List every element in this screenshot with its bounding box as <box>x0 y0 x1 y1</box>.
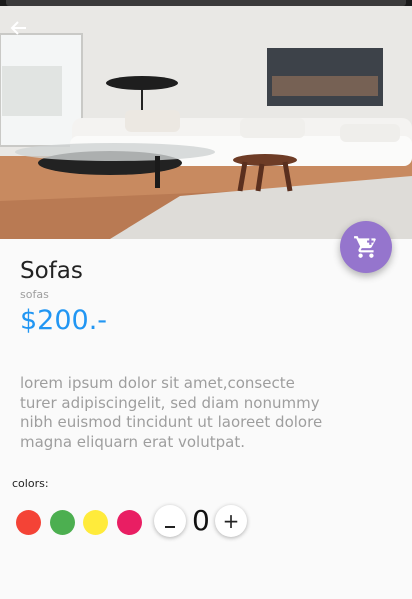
minus-icon <box>165 526 175 528</box>
product-description: lorem ipsum dolor sit amet,consecte ture… <box>20 374 323 451</box>
arrow-left-icon <box>10 21 26 35</box>
color-swatch-red[interactable] <box>16 510 41 535</box>
product-price: $200.- <box>20 305 108 336</box>
product-category: sofas <box>20 288 49 301</box>
colors-label: colors: <box>12 477 49 490</box>
add-to-cart-button[interactable] <box>340 221 392 273</box>
back-button[interactable] <box>9 18 29 38</box>
product-image <box>0 6 412 239</box>
plus-icon: + <box>222 509 240 533</box>
color-swatch-yellow[interactable] <box>83 510 108 535</box>
decrease-quantity-button[interactable] <box>154 505 186 537</box>
quantity-value: 0 <box>192 504 210 537</box>
color-swatch-pink[interactable] <box>117 510 142 535</box>
color-swatch-green[interactable] <box>50 510 75 535</box>
increase-quantity-button[interactable]: + <box>215 505 247 537</box>
cart-icon <box>354 236 376 258</box>
product-title: Sofas <box>20 258 83 284</box>
